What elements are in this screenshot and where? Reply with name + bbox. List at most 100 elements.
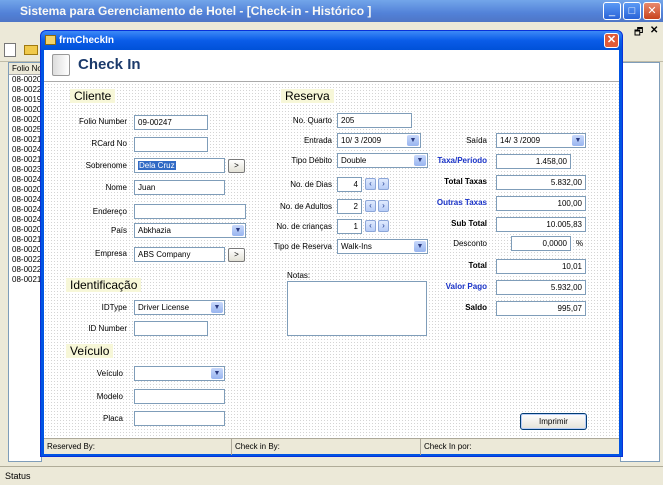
total-label: Total [468,261,487,270]
folio-number-field[interactable]: 09-00247 [134,115,208,130]
desconto-percent: % [576,239,584,248]
calendar-dropdown-icon[interactable]: ▼ [572,135,584,146]
total-taxas-label: Total Taxas [444,177,487,186]
chevron-left-icon[interactable]: ‹ [365,178,376,190]
new-file-icon[interactable] [4,43,16,57]
total-field[interactable]: 10,01 [496,259,586,274]
criancas-label: No. de crianças [276,222,332,231]
open-folder-icon[interactable] [24,45,38,55]
header-banner: Check In [44,50,619,82]
sobrenome-browse-button[interactable]: > [228,159,245,173]
valor-pago-field[interactable]: 5.932,00 [496,280,586,295]
idtype-label: IDType [101,303,127,312]
folio-list-item[interactable]: 08-0024 [9,145,41,155]
folio-list-item[interactable]: 08-0019 [9,95,41,105]
section-identificacao: Identificação [66,278,142,292]
folio-list[interactable]: Folio No 08-0020 08-0022 08-0019 08-0020 08-… [8,62,42,462]
notas-textarea[interactable] [287,281,427,336]
calendar-dropdown-icon[interactable]: ▼ [407,135,419,146]
folio-list-header[interactable]: Folio No [9,63,41,75]
desconto-field[interactable]: 0,0000 [511,236,571,251]
folio-list-item[interactable]: 08-0021 [9,155,41,165]
dialog-close-button[interactable]: ✕ [604,33,619,48]
quarto-field[interactable]: 205 [337,113,412,128]
saida-date[interactable]: 14/ 3 /2009 ▼ [496,133,586,148]
folio-list-item[interactable]: 08-0021 [9,275,41,285]
section-cliente: Cliente [70,89,116,103]
quarto-label: No. Quarto [292,116,332,125]
nome-field[interactable]: Juan [134,180,225,195]
folio-list-item[interactable]: 08-0023 [9,165,41,175]
taxa-periodo-field[interactable]: 1.458,00 [496,154,571,169]
endereco-label: Endereço [92,207,127,216]
idnumber-field[interactable] [134,321,208,336]
tipo-reserva-value: Walk-Ins [341,242,372,251]
dialog-title: frmCheckIn [41,31,622,50]
sub-total-label: Sub Total [451,219,487,228]
idtype-select[interactable]: Driver License ▼ [134,300,225,315]
tipo-debito-value: Double [341,156,367,165]
total-taxas-field[interactable]: 5.832,00 [496,175,586,190]
modelo-label: Modelo [96,392,123,401]
pais-select[interactable]: Abkhazia ▼ [134,223,246,238]
folio-list-item[interactable]: 08-0020 [9,105,41,115]
folio-list-item[interactable]: 08-0022 [9,255,41,265]
notas-label: Notas: [287,271,311,280]
placa-field[interactable] [134,411,225,426]
adultos-field[interactable]: 2 [337,199,362,214]
tipo-debito-select[interactable]: Double ▼ [337,153,428,168]
chevron-right-icon[interactable]: › [378,220,389,232]
chevron-right-icon[interactable]: › [378,178,389,190]
folio-list-item[interactable]: 08-0022 [9,85,41,95]
sub-total-field[interactable]: 10.005,83 [496,217,586,232]
folio-list-item[interactable]: 08-0020 [9,75,41,85]
maximize-button[interactable]: □ [623,2,641,20]
modelo-field[interactable] [134,389,225,404]
empresa-browse-button[interactable]: > [228,248,245,262]
saida-label: Saída [466,136,487,145]
folio-list-item[interactable]: 08-0021 [9,135,41,145]
endereco-field[interactable] [134,204,246,219]
saldo-label: Saldo [465,303,487,312]
chevron-right-icon[interactable]: › [378,200,389,212]
chevron-left-icon[interactable]: ‹ [365,200,376,212]
folio-list-item[interactable]: 08-0025 [9,125,41,135]
saldo-field[interactable]: 995,07 [496,301,586,316]
veiculo-select[interactable]: ▼ [134,366,225,381]
folio-list-item[interactable]: 08-0021 [9,235,41,245]
chevron-down-icon[interactable]: ▼ [232,225,244,236]
dias-field[interactable]: 4 [337,177,362,192]
folio-list-item[interactable]: 08-0020 [9,225,41,235]
minimize-button[interactable]: _ [603,2,621,20]
dialog-status-bar: Reserved By: Check in By: Check In por: [44,438,619,455]
empresa-field[interactable]: ABS Company [134,247,225,262]
print-button[interactable]: Imprimir [520,413,587,430]
idtype-value: Driver License [138,303,190,312]
outras-taxas-field[interactable]: 100,00 [496,196,586,211]
criancas-field[interactable]: 1 [337,219,362,234]
folio-list-item[interactable]: 08-0024 [9,175,41,185]
sobrenome-field[interactable]: Dela Cruz [134,158,225,173]
folio-list-item[interactable]: 08-0024 [9,205,41,215]
background-panel [620,62,660,462]
adultos-label: No. de Adultos [279,202,332,211]
entrada-date[interactable]: 10/ 3 /2009 ▼ [337,133,421,148]
folio-list-item[interactable]: 08-0022 [9,265,41,275]
tipo-reserva-select[interactable]: Walk-Ins ▼ [337,239,428,254]
chevron-down-icon[interactable]: ▼ [211,302,223,313]
desconto-label: Desconto [453,239,487,248]
folio-list-item[interactable]: 08-0024 [9,195,41,205]
folio-list-item[interactable]: 08-0020 [9,115,41,125]
empresa-label: Empresa [94,249,127,258]
folio-list-item[interactable]: 08-0020 [9,185,41,195]
folio-list-item[interactable]: 08-0020 [9,245,41,255]
chevron-left-icon[interactable]: ‹ [365,220,376,232]
tipo-reserva-label: Tipo de Reserva [273,242,332,251]
rcard-field[interactable] [134,137,208,152]
chevron-down-icon[interactable]: ▼ [211,368,223,379]
close-child-icon[interactable]: ✕ [650,25,658,36]
folio-list-item[interactable]: 08-0024 [9,215,41,225]
saida-value: 14/ 3 /2009 [500,136,541,145]
checkin-dialog: frmCheckIn ✕ Check In Cliente Folio Numb… [40,30,623,457]
close-window-button[interactable]: ✕ [643,2,661,20]
